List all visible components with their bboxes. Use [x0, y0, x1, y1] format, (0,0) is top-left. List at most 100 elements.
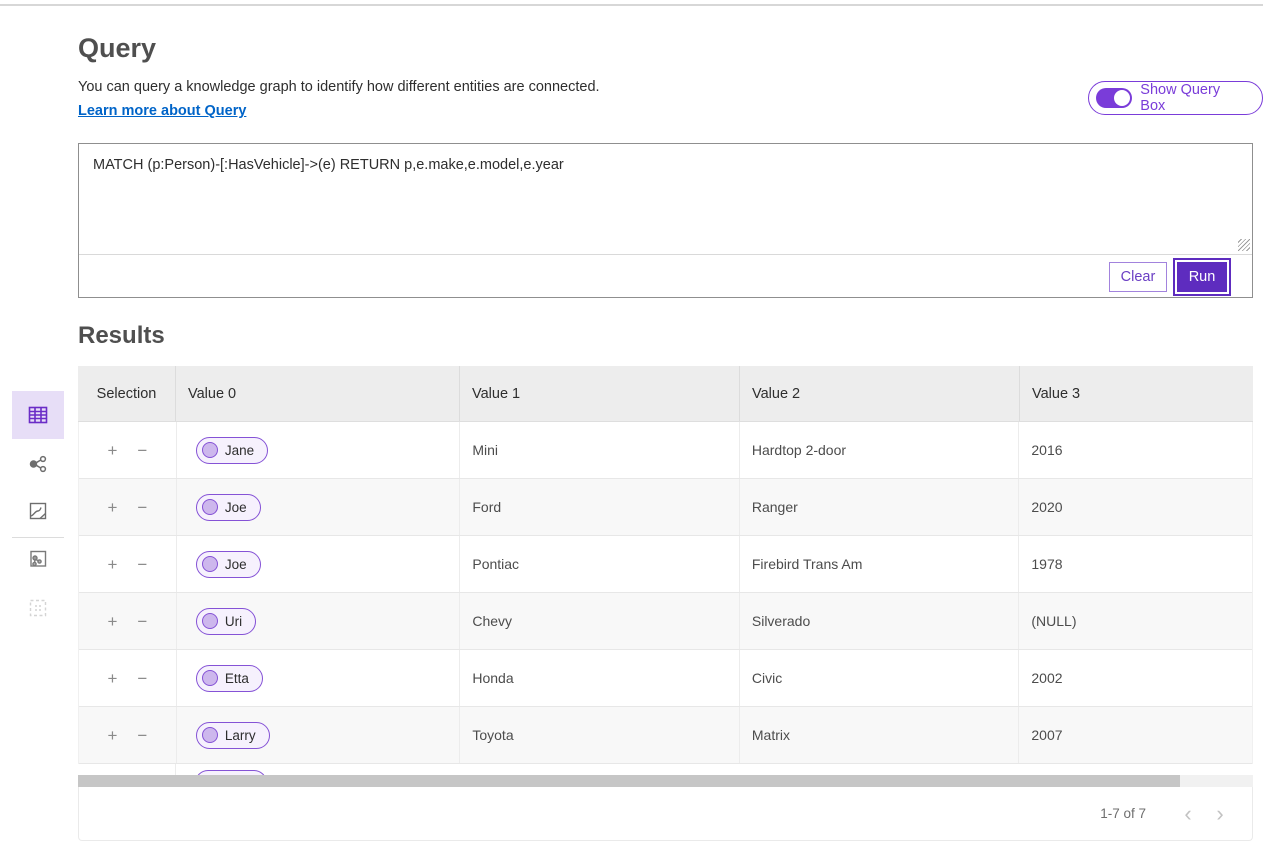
selection-cell: + −	[79, 479, 177, 535]
selection-cell: + −	[79, 593, 177, 649]
learn-more-link[interactable]: Learn more about Query	[78, 103, 246, 119]
value3-cell: 2016	[1019, 422, 1252, 478]
sidebar-item-map-view[interactable]	[12, 493, 64, 529]
add-to-selection-button[interactable]: +	[105, 554, 119, 575]
add-to-selection-button[interactable]: +	[105, 725, 119, 746]
value1-cell: Pontiac	[460, 536, 740, 592]
link-chart-icon	[26, 452, 50, 476]
table-row: + − Larry Toyota Matrix 2007	[79, 707, 1252, 764]
page-description: You can query a knowledge graph to ident…	[78, 79, 600, 95]
toggle-label: Show Query Box	[1140, 82, 1247, 114]
map-link-chart-icon	[26, 547, 50, 571]
entity-node-icon	[202, 613, 218, 629]
horizontal-scrollbar[interactable]	[78, 775, 1253, 787]
query-box: MATCH (p:Person)-[:HasVehicle]->(e) RETU…	[78, 143, 1253, 298]
entity-pill[interactable]: Joe	[196, 551, 261, 578]
pagination-range-label: 1-7 of 7	[1100, 806, 1146, 821]
add-to-selection-button[interactable]: +	[105, 497, 119, 518]
value3-cell: (NULL)	[1019, 593, 1252, 649]
value2-cell: Firebird Trans Am	[740, 536, 1020, 592]
remove-from-selection-button[interactable]: −	[135, 611, 149, 632]
entity-name: Uri	[225, 614, 242, 629]
show-query-box-toggle[interactable]: Show Query Box	[1088, 81, 1263, 115]
entity-cell: Etta	[177, 650, 461, 706]
remove-from-selection-button[interactable]: −	[135, 497, 149, 518]
resize-handle-icon[interactable]	[1238, 239, 1250, 251]
remove-from-selection-button[interactable]: −	[135, 725, 149, 746]
entity-node-icon	[202, 727, 218, 743]
table-row: + − Jane Mini Hardtop 2-door 2016	[79, 422, 1252, 479]
chevron-right-icon[interactable]: ›	[1204, 803, 1236, 825]
value2-cell: Civic	[740, 650, 1020, 706]
entity-pill[interactable]: Jane	[196, 437, 268, 464]
add-to-selection-button[interactable]: +	[105, 668, 119, 689]
entity-node-icon	[202, 442, 218, 458]
partially-visible-row	[78, 764, 1253, 775]
sidebar-item-layout-view-disabled	[12, 590, 64, 626]
value1-cell: Mini	[460, 422, 740, 478]
value2-cell: Silverado	[740, 593, 1020, 649]
scrollbar-thumb[interactable]	[78, 775, 1180, 787]
sidebar-item-map-link-chart-view[interactable]	[12, 541, 64, 577]
layout-disabled-icon	[26, 596, 50, 620]
remove-from-selection-button[interactable]: −	[135, 440, 149, 461]
value3-cell: 2007	[1019, 707, 1252, 763]
value3-cell: 2020	[1019, 479, 1252, 535]
entity-cell: Joe	[177, 536, 461, 592]
entity-pill[interactable]: Joe	[196, 494, 261, 521]
value2-cell: Hardtop 2-door	[740, 422, 1020, 478]
chevron-left-icon[interactable]: ‹	[1172, 803, 1204, 825]
value3-cell: 1978	[1019, 536, 1252, 592]
entity-name: Joe	[225, 557, 247, 572]
add-to-selection-button[interactable]: +	[105, 611, 119, 632]
remove-from-selection-button[interactable]: −	[135, 554, 149, 575]
run-button[interactable]: Run	[1177, 262, 1227, 292]
top-border-line	[0, 4, 1263, 6]
column-header-value3[interactable]: Value 3	[1020, 366, 1253, 421]
add-to-selection-button[interactable]: +	[105, 440, 119, 461]
value1-cell: Toyota	[460, 707, 740, 763]
column-header-value0[interactable]: Value 0	[176, 366, 460, 421]
toggle-switch-icon[interactable]	[1096, 88, 1132, 108]
table-row: + − Joe Ford Ranger 2020	[79, 479, 1252, 536]
table-body: + − Jane Mini Hardtop 2-door 2016 + − Jo…	[78, 422, 1253, 764]
entity-node-icon	[202, 499, 218, 515]
sidebar-item-table-view[interactable]	[12, 391, 64, 439]
column-header-value2[interactable]: Value 2	[740, 366, 1020, 421]
value1-cell: Ford	[460, 479, 740, 535]
entity-pill[interactable]: Etta	[196, 665, 263, 692]
value2-cell: Ranger	[740, 479, 1020, 535]
table-row: + − Uri Chevy Silverado (NULL)	[79, 593, 1252, 650]
entity-node-icon	[202, 670, 218, 686]
value3-cell: 2002	[1019, 650, 1252, 706]
sidebar-item-link-chart-view[interactable]	[12, 446, 64, 482]
table-row: + − Etta Honda Civic 2002	[79, 650, 1252, 707]
table-row: + − Joe Pontiac Firebird Trans Am 1978	[79, 536, 1252, 593]
entity-name: Jane	[225, 443, 254, 458]
results-table-icon	[26, 403, 50, 427]
value1-cell: Honda	[460, 650, 740, 706]
entity-name: Larry	[225, 728, 256, 743]
results-title: Results	[78, 322, 165, 350]
table-header-row: Selection Value 0 Value 1 Value 2 Value …	[78, 366, 1253, 422]
entity-name: Joe	[225, 500, 247, 515]
clear-button[interactable]: Clear	[1109, 262, 1167, 292]
value2-cell: Matrix	[740, 707, 1020, 763]
selection-cell: + −	[79, 422, 177, 478]
query-textarea[interactable]: MATCH (p:Person)-[:HasVehicle]->(e) RETU…	[79, 144, 1252, 254]
entity-pill[interactable]: Uri	[196, 608, 256, 635]
results-footer: 1-7 of 7 ‹ ›	[78, 787, 1253, 841]
column-header-value1[interactable]: Value 1	[460, 366, 740, 421]
entity-cell: Larry	[177, 707, 461, 763]
entity-cell: Jane	[177, 422, 461, 478]
column-header-selection[interactable]: Selection	[78, 366, 176, 421]
selection-cell: + −	[79, 707, 177, 763]
query-box-footer: Clear Run	[79, 255, 1252, 298]
selection-cell: + −	[79, 536, 177, 592]
query-text: MATCH (p:Person)-[:HasVehicle]->(e) RETU…	[79, 144, 1252, 186]
entity-pill[interactable]: Larry	[196, 722, 270, 749]
entity-node-icon	[202, 556, 218, 572]
remove-from-selection-button[interactable]: −	[135, 668, 149, 689]
sidebar-divider	[12, 537, 64, 538]
selection-cell: + −	[79, 650, 177, 706]
